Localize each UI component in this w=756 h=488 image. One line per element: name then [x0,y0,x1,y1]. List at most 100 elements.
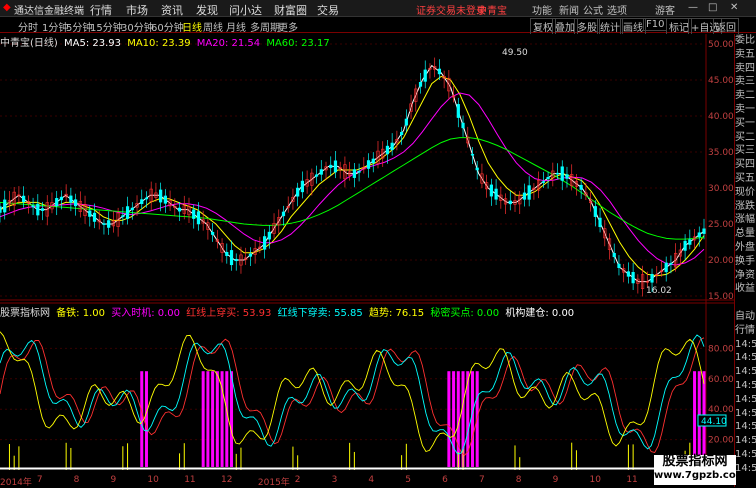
side-panel-label [735,296,756,310]
candle-body [140,199,144,205]
ind-item-4: 趋势: 76.15 [368,308,425,319]
tool-f10[interactable]: F10 [643,18,668,31]
side-panel-label: 卖一 [735,103,755,115]
date-tick: 10 [147,475,159,485]
high-label: 49.50 [502,48,528,58]
watermark: 股票指标网 www.7gpzb.com [654,455,746,485]
candle-body [73,199,78,207]
buy-signal-bar [230,371,234,467]
candle-body [418,81,423,87]
period-weekly[interactable]: 周线 [203,19,223,34]
candle-body [248,253,253,257]
side-panel-label: 14:56 [735,407,756,419]
menu-discover[interactable]: 发现 [196,2,218,18]
buy-signal-bar [140,371,144,467]
side-panel-label: 卖四 [735,62,755,74]
candle-body [688,239,692,245]
buy-signal-bar [693,371,697,467]
menu-wealth[interactable]: 财富圈 [274,2,307,18]
ma10-label: MA10: 23.39 [127,38,191,49]
candle-body [461,122,465,129]
side-panel-label: 卖三 [735,76,755,88]
period-60min[interactable]: 60分钟 [151,19,184,34]
period-more[interactable]: 更多 [278,19,298,34]
buy-signal-bar [211,371,215,467]
candle-body [385,145,390,155]
period-monthly[interactable]: 月线 [226,19,246,34]
candle-body [144,197,149,200]
candle-body [366,160,371,169]
low-label: 16.02 [646,286,672,296]
title-bar: ◆ 通达信金融终端 行情 市场 资讯 发现 问小达 财富圈 交易 证券交易未登录… [0,0,756,17]
menu-ask[interactable]: 问小达 [229,2,262,18]
period-5min[interactable]: 5分钟 [66,19,92,34]
candle-body [390,142,394,151]
period-multi[interactable]: 多周期 [250,19,280,34]
side-panel-label: 14:56 [735,421,756,433]
candle-body [159,189,163,203]
side-panel-label: 14:56 [735,338,756,350]
menu-function[interactable]: 功能 [532,2,552,17]
candle-body [55,198,59,207]
candle-body [121,215,125,218]
login-notice[interactable]: 证券交易未登录 [416,2,486,17]
side-panel-label: 净资 [735,269,755,281]
menu-trade[interactable]: 交易 [317,2,339,18]
menu-formula[interactable]: 公式 [583,2,603,17]
ma20-label: MA20: 21.54 [196,38,261,49]
kline-title[interactable]: 中青宝(日线) [0,38,58,49]
period-daily[interactable]: 日线 [182,19,202,34]
ind-item-0: 备铁: 1.00 [56,308,106,319]
ma60-label: MA60: 23.17 [266,38,330,49]
buy-signal-bar [447,371,451,467]
maximize-icon[interactable]: □ [708,2,717,13]
period-15min[interactable]: 15分钟 [90,19,123,34]
buy-signal-bar [201,371,205,467]
candle-body [508,200,512,205]
date-tick: 2015年 [257,478,290,488]
menu-info[interactable]: 资讯 [161,2,183,18]
candle-body [177,207,182,212]
menu-options[interactable]: 选项 [607,2,627,17]
indicator-y-tick: 60.00 [708,375,734,385]
kline-y-tick: 45.00 [708,76,734,86]
side-panel-label: 买三 [735,145,755,157]
side-panel-label: 收益 [735,283,755,295]
user-label[interactable]: 游客 [655,2,675,17]
tool-back[interactable]: 返回 [713,18,739,35]
menu-market[interactable]: 市场 [126,2,148,18]
period-1min[interactable]: 1分钟 [42,19,68,34]
candle-body [125,206,130,219]
date-tick: 4 [368,475,375,485]
candle-body [0,206,2,213]
period-timeshare[interactable]: 分时 [18,19,38,34]
candle-body [352,169,356,178]
side-panel-label: 换手 [735,255,755,267]
candle-body [593,206,597,217]
candle-body [300,180,304,193]
indicator-title[interactable]: 股票指标网 [0,308,50,319]
date-tick: 11 [626,475,638,485]
candle-body [423,69,427,82]
side-panel-label: 涨幅 [735,214,755,226]
candle-body [371,158,375,164]
menu-news[interactable]: 新闻 [559,2,579,17]
kline-chart[interactable]: 50.00 45.00 40.00 35.00 30.00 25.00 20.00 15.00… [0,34,734,475]
side-panel-label: 总量 [735,228,755,240]
indicator-y-tick: 80.00 [708,344,734,354]
candle-body [555,172,560,175]
period-30min[interactable]: 30分钟 [121,19,154,34]
ind-item-2: 红线上穿买: 53.93 [186,308,272,319]
candle-body [296,187,300,197]
close-icon[interactable]: ✕ [730,2,738,13]
menu-quotes[interactable]: 行情 [90,2,112,18]
side-panel-label: 14:56 [735,435,756,447]
side-panel-label: 现价 [735,186,755,198]
minimize-icon[interactable]: — [688,2,698,13]
candle-body [565,174,569,179]
candle-body [225,251,229,256]
side-panel-label: 买五 [735,172,755,184]
candle-body [31,205,35,208]
candle-body [631,272,635,284]
kline-y-tick: 40.00 [708,112,734,122]
